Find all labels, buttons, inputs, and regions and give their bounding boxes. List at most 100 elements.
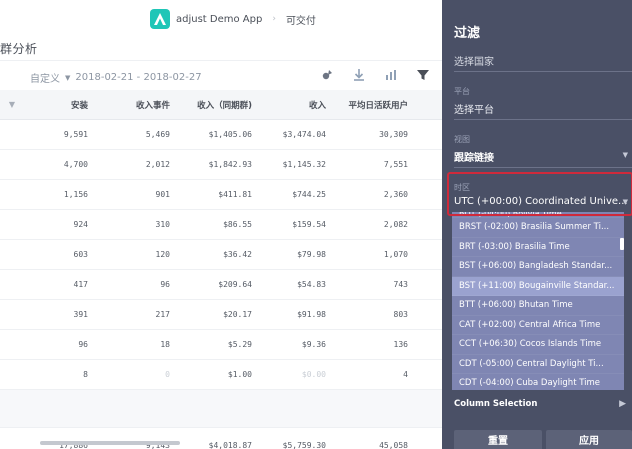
table-cell: 9,591 xyxy=(63,130,88,139)
dropdown-scrollbar[interactable] xyxy=(620,238,624,250)
pin-icon[interactable] xyxy=(320,68,334,82)
table-cell: $1,842.93 xyxy=(208,160,252,169)
view-value: 跟踪链接 xyxy=(454,153,494,164)
timezone-option[interactable]: BST (+06:00) Bangladesh Standar... xyxy=(452,257,624,277)
table-row[interactable]: 1,156 901 $411.81 $744.25 2,360 xyxy=(0,180,442,210)
table-cell: 743 xyxy=(393,280,408,289)
table-cell: 120 xyxy=(155,250,170,259)
table-row[interactable]: 4,700 2,012 $1,842.93 $1,145.32 7,551 xyxy=(0,150,442,180)
table-cell: $1,405.06 xyxy=(208,130,252,139)
platform-placeholder: 选择平台 xyxy=(454,105,494,116)
table-cell: 391 xyxy=(73,310,88,319)
platform-label: 平台 xyxy=(454,87,470,96)
timezone-option[interactable]: CAT (+02:00) Central Africa Time xyxy=(452,316,624,335)
table-cell: $744.25 xyxy=(292,190,326,199)
view-select[interactable]: 跟踪链接 ▼ xyxy=(454,146,632,168)
table-row[interactable]: 8 0 $1.00 $0.00 4 xyxy=(0,360,442,390)
timezone-highlight xyxy=(447,172,632,216)
table-cell: $0.00 xyxy=(301,370,326,379)
table-row[interactable]: 391 217 $20.17 $91.98 803 xyxy=(0,300,442,330)
table-cell: 310 xyxy=(155,220,170,229)
table-cell: 136 xyxy=(393,340,408,349)
table-cell: 1,156 xyxy=(63,190,88,199)
sort-caret-icon[interactable]: ▼ xyxy=(0,100,24,109)
table-row[interactable]: 417 96 $209.64 $54.83 743 xyxy=(0,270,442,300)
table-cell: $209.64 xyxy=(218,280,252,289)
timezone-option[interactable]: CCT (+06:30) Cocos Islands Time xyxy=(452,335,624,355)
table-cell: 96 xyxy=(78,340,88,349)
table-cell: 0 xyxy=(165,370,170,379)
country-select[interactable]: 选择国家 xyxy=(454,50,632,72)
table-cell: 2,082 xyxy=(383,220,408,229)
total-cell: $5,759.30 xyxy=(282,441,326,449)
view-label: 视图 xyxy=(454,135,470,144)
table-cell: $79.98 xyxy=(297,250,326,259)
date-mode-select[interactable]: 自定义 xyxy=(30,70,60,85)
panel-title: 过滤 xyxy=(454,26,481,41)
table-spacer xyxy=(0,390,442,428)
table-cell: $1.00 xyxy=(227,370,252,379)
table-cell: 18 xyxy=(160,340,170,349)
bar-chart-icon[interactable] xyxy=(384,68,398,82)
timezone-option[interactable]: BST (+11:00) Bougainville Standar... xyxy=(452,276,624,296)
table-cell: 5,469 xyxy=(145,130,170,139)
column-selection[interactable]: Column Selection xyxy=(454,399,537,409)
date-range-value[interactable]: 2018-02-21 - 2018-02-27 xyxy=(75,72,201,83)
table-cell: 2,360 xyxy=(383,190,408,199)
table-cell: $9.36 xyxy=(301,340,326,349)
table-header: ▼ 安装 收入事件 收入（同期群) 收入 平均日活跃用户 xyxy=(0,90,442,120)
table-cell: 96 xyxy=(160,280,170,289)
table-row[interactable]: 96 18 $5.29 $9.36 136 xyxy=(0,330,442,360)
table-cell: 7,551 xyxy=(383,160,408,169)
chevron-right-icon[interactable]: ▶ xyxy=(619,399,626,409)
totals-row: 17,886 9,143 $4,018.87 $5,759.30 45,058 xyxy=(0,428,442,449)
table-cell: $159.54 xyxy=(292,220,326,229)
platform-select[interactable]: 选择平台 xyxy=(454,98,632,120)
column-header[interactable]: 收入事件 xyxy=(98,99,180,111)
table-cell: $20.17 xyxy=(223,310,252,319)
table-cell: $91.98 xyxy=(297,310,326,319)
timezone-option[interactable]: BRT (-03:00) Brasilia Time xyxy=(452,238,624,257)
app-brand[interactable]: adjust Demo App › 可交付 xyxy=(150,9,316,29)
timezone-option[interactable]: BRST (-02:00) Brasilia Summer Ti... xyxy=(452,218,624,238)
table-cell: 417 xyxy=(73,280,88,289)
table-cell: 2,012 xyxy=(145,160,170,169)
table-row[interactable]: 9,591 5,469 $1,405.06 $3,474.04 30,309 xyxy=(0,120,442,150)
filter-icon[interactable] xyxy=(416,68,430,82)
reset-button[interactable]: 重置 xyxy=(454,430,542,449)
timezone-option[interactable]: CDT (-05:00) Central Daylight Ti... xyxy=(452,355,624,374)
page-title: 群分析 xyxy=(0,42,38,56)
column-header[interactable]: 安装 xyxy=(24,99,98,111)
table-cell: 30,309 xyxy=(379,130,408,139)
total-cell: $4,018.87 xyxy=(208,441,252,449)
date-range-picker[interactable]: 自定义 ▼ 2018-02-21 - 2018-02-27 xyxy=(30,70,202,85)
timezone-option[interactable]: CDT (-04:00) Cuba Daylight Time xyxy=(452,374,624,390)
table-cell: $1,145.32 xyxy=(282,160,326,169)
table-cell: 4 xyxy=(403,370,408,379)
timezone-dropdown[interactable]: BOT (-04:00) Bolivia Time BRST (-02:00) … xyxy=(452,212,624,390)
table-cell: $36.42 xyxy=(223,250,252,259)
timezone-option[interactable]: BTT (+06:00) Bhutan Time xyxy=(452,296,624,316)
apply-button[interactable]: 应用 xyxy=(546,430,632,449)
table-cell: $86.55 xyxy=(223,220,252,229)
chevron-down-icon: ▼ xyxy=(622,151,628,159)
download-icon[interactable] xyxy=(352,68,366,82)
horizontal-scrollbar[interactable] xyxy=(40,441,180,445)
toolbar xyxy=(320,68,430,82)
table-cell: $411.81 xyxy=(218,190,252,199)
table-cell: $3,474.04 xyxy=(282,130,326,139)
column-header[interactable]: 收入 xyxy=(262,99,336,111)
data-table: ▼ 安装 收入事件 收入（同期群) 收入 平均日活跃用户 9,591 5,469… xyxy=(0,90,442,449)
column-header[interactable]: 收入（同期群) xyxy=(180,99,262,111)
table-row[interactable]: 924 310 $86.55 $159.54 2,082 xyxy=(0,210,442,240)
chevron-down-icon: ▼ xyxy=(65,73,71,82)
table-cell: 4,700 xyxy=(63,160,88,169)
breadcrumb-deliverables[interactable]: 可交付 xyxy=(286,12,316,27)
filter-panel: 过滤 选择国家 平台 选择平台 视图 跟踪链接 ▼ 时区 UTC (+00:00… xyxy=(442,0,632,449)
app-name: adjust Demo App xyxy=(176,13,263,25)
table-cell: 803 xyxy=(393,310,408,319)
table-cell: 8 xyxy=(83,370,88,379)
column-header[interactable]: 平均日活跃用户 xyxy=(336,99,418,111)
table-row[interactable]: 603 120 $36.42 $79.98 1,070 xyxy=(0,240,442,270)
total-cell: 45,058 xyxy=(379,441,408,449)
